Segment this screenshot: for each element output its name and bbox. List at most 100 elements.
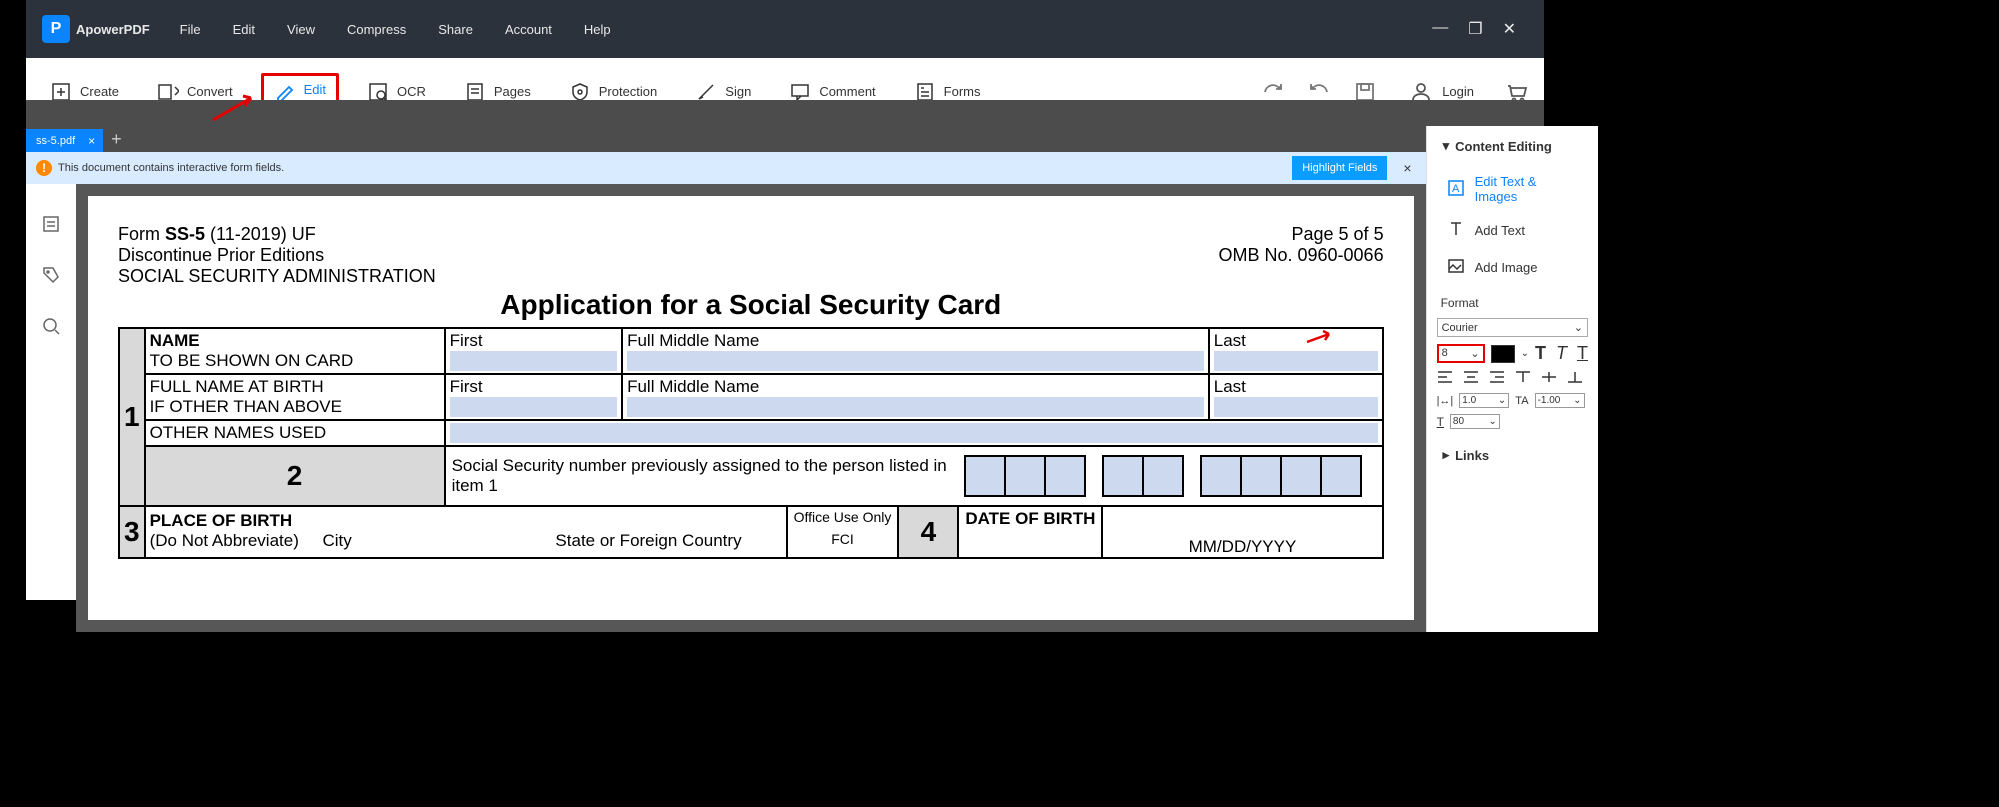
add-image-button[interactable]: Add Image bbox=[1427, 249, 1598, 286]
underline-button[interactable]: T bbox=[1577, 343, 1588, 364]
document-tab[interactable]: ss-5.pdf × bbox=[26, 129, 103, 152]
ssn-box[interactable] bbox=[1004, 455, 1046, 497]
ssn-box[interactable] bbox=[1240, 455, 1282, 497]
form-fields-notification: ! This document contains interactive for… bbox=[26, 152, 1426, 184]
app-name: ApowerPDF bbox=[76, 22, 150, 37]
edit-text-icon: A bbox=[1447, 179, 1465, 200]
char-spacing-input[interactable]: -1.00⌄ bbox=[1535, 393, 1585, 408]
last-label-2: Last bbox=[1214, 377, 1246, 396]
document-viewport[interactable]: Form SS-5 (11-2019) UF Discontinue Prior… bbox=[76, 184, 1426, 632]
search-icon[interactable] bbox=[41, 316, 61, 341]
ssn-box[interactable] bbox=[1142, 455, 1184, 497]
format-header: Format bbox=[1427, 286, 1598, 314]
ssn-box[interactable] bbox=[1280, 455, 1322, 497]
birth-last-field[interactable] bbox=[1214, 397, 1378, 417]
middle-label: Full Middle Name bbox=[627, 331, 759, 350]
maximize-button[interactable]: ❐ bbox=[1468, 19, 1482, 39]
birth-middle-field[interactable] bbox=[627, 397, 1204, 417]
menu-share[interactable]: Share bbox=[438, 22, 473, 37]
align-bottom-icon[interactable] bbox=[1567, 370, 1583, 387]
font-color-swatch[interactable] bbox=[1491, 345, 1515, 363]
other-names-label: OTHER NAMES USED bbox=[150, 423, 327, 442]
menu-account[interactable]: Account bbox=[505, 22, 552, 37]
date-birth-label: DATE OF BIRTH bbox=[965, 509, 1095, 528]
add-image-icon bbox=[1447, 257, 1465, 278]
menu-file[interactable]: File bbox=[180, 22, 201, 37]
content-editing-header[interactable]: ▾ Content Editing bbox=[1427, 126, 1598, 166]
pdf-page: Form SS-5 (11-2019) UF Discontinue Prior… bbox=[88, 196, 1414, 620]
name-label: NAME bbox=[150, 331, 200, 350]
close-notification-icon[interactable]: × bbox=[1399, 160, 1415, 176]
warning-icon: ! bbox=[36, 160, 52, 176]
notification-text: This document contains interactive form … bbox=[58, 162, 284, 174]
discontinue-text: Discontinue Prior Editions bbox=[118, 245, 436, 266]
middle-name-field[interactable] bbox=[627, 351, 1204, 371]
menu-view[interactable]: View bbox=[287, 22, 315, 37]
font-size-select[interactable]: 8⌄ bbox=[1437, 344, 1485, 363]
ssn-box[interactable] bbox=[1200, 455, 1242, 497]
char-spacing-icon: TA bbox=[1515, 395, 1528, 407]
full-birth-label: FULL NAME AT BIRTH bbox=[150, 377, 324, 396]
if-other-label: IF OTHER THAN ABOVE bbox=[150, 397, 342, 416]
abbrev-note: (Do Not Abbreviate) bbox=[150, 531, 299, 550]
font-family-select[interactable]: Courier⌄ bbox=[1437, 318, 1588, 337]
first-label-2: First bbox=[450, 377, 483, 396]
bold-button[interactable]: T bbox=[1535, 343, 1546, 364]
minimize-button[interactable]: — bbox=[1432, 19, 1448, 39]
menu-edit[interactable]: Edit bbox=[233, 22, 255, 37]
fci-label: FCI bbox=[794, 531, 892, 547]
add-text-icon bbox=[1447, 220, 1465, 241]
form-id: Form SS-5 (11-2019) UF bbox=[118, 224, 436, 245]
place-birth-label: PLACE OF BIRTH bbox=[150, 511, 293, 530]
state-label: State or Foreign Country bbox=[555, 531, 741, 551]
tag-icon[interactable] bbox=[41, 265, 61, 290]
page-number: Page 5 of 5 bbox=[1218, 224, 1383, 245]
other-names-field[interactable] bbox=[450, 423, 1378, 443]
app-logo: P bbox=[42, 15, 70, 43]
scale-input[interactable]: 80⌄ bbox=[1450, 414, 1500, 429]
tab-strip bbox=[26, 100, 1544, 126]
admin-text: SOCIAL SECURITY ADMINISTRATION bbox=[118, 266, 436, 287]
titlebar: P ApowerPDF File Edit View Compress Shar… bbox=[26, 0, 1544, 58]
to-be-shown-label: TO BE SHOWN ON CARD bbox=[150, 351, 354, 370]
section-2-number: 2 bbox=[145, 446, 445, 506]
menu-compress[interactable]: Compress bbox=[347, 22, 406, 37]
close-button[interactable]: ✕ bbox=[1503, 19, 1516, 39]
line-spacing-input[interactable]: 1.0⌄ bbox=[1459, 393, 1509, 408]
align-right-icon[interactable] bbox=[1489, 370, 1505, 387]
window-controls: — ❐ ✕ bbox=[1432, 19, 1536, 39]
links-header[interactable]: ▸ Links bbox=[1427, 435, 1598, 475]
ssn-box[interactable] bbox=[964, 455, 1006, 497]
section-3-number: 3 bbox=[119, 506, 145, 558]
add-text-button[interactable]: Add Text bbox=[1427, 212, 1598, 249]
ssn-box[interactable] bbox=[1044, 455, 1086, 497]
menu-help[interactable]: Help bbox=[584, 22, 611, 37]
highlight-fields-button[interactable]: Highlight Fields bbox=[1292, 156, 1387, 180]
edit-text-images-button[interactable]: A Edit Text & Images bbox=[1427, 166, 1598, 212]
last-name-field[interactable] bbox=[1214, 351, 1378, 371]
tab-label: ss-5.pdf bbox=[36, 135, 75, 147]
new-tab-button[interactable]: + bbox=[111, 129, 122, 150]
scale-icon: T bbox=[1437, 415, 1444, 429]
align-middle-icon[interactable] bbox=[1541, 370, 1557, 387]
date-format-label: MM/DD/YYYY bbox=[1101, 507, 1381, 557]
ssn-box[interactable] bbox=[1320, 455, 1362, 497]
align-left-icon[interactable] bbox=[1437, 370, 1453, 387]
close-tab-icon[interactable]: × bbox=[88, 134, 95, 148]
ssn-box[interactable] bbox=[1102, 455, 1144, 497]
tab-strip: ss-5.pdf × + bbox=[26, 126, 1426, 152]
office-use-label: Office Use Only bbox=[794, 509, 892, 525]
middle-label-2: Full Middle Name bbox=[627, 377, 759, 396]
color-dropdown-icon[interactable]: ⌄ bbox=[1521, 348, 1529, 359]
city-label: City bbox=[323, 531, 352, 550]
ssn-instruction: Social Security number previously assign… bbox=[446, 450, 966, 502]
form-title: Application for a Social Security Card bbox=[118, 289, 1384, 321]
birth-first-field[interactable] bbox=[450, 397, 618, 417]
section-1-number: 1 bbox=[119, 328, 145, 506]
align-top-icon[interactable] bbox=[1515, 370, 1531, 387]
chevron-down-icon: ▾ bbox=[1443, 138, 1450, 154]
align-center-icon[interactable] bbox=[1463, 370, 1479, 387]
thumbnails-icon[interactable] bbox=[41, 214, 61, 239]
italic-button[interactable]: T bbox=[1556, 343, 1567, 364]
first-name-field[interactable] bbox=[450, 351, 618, 371]
